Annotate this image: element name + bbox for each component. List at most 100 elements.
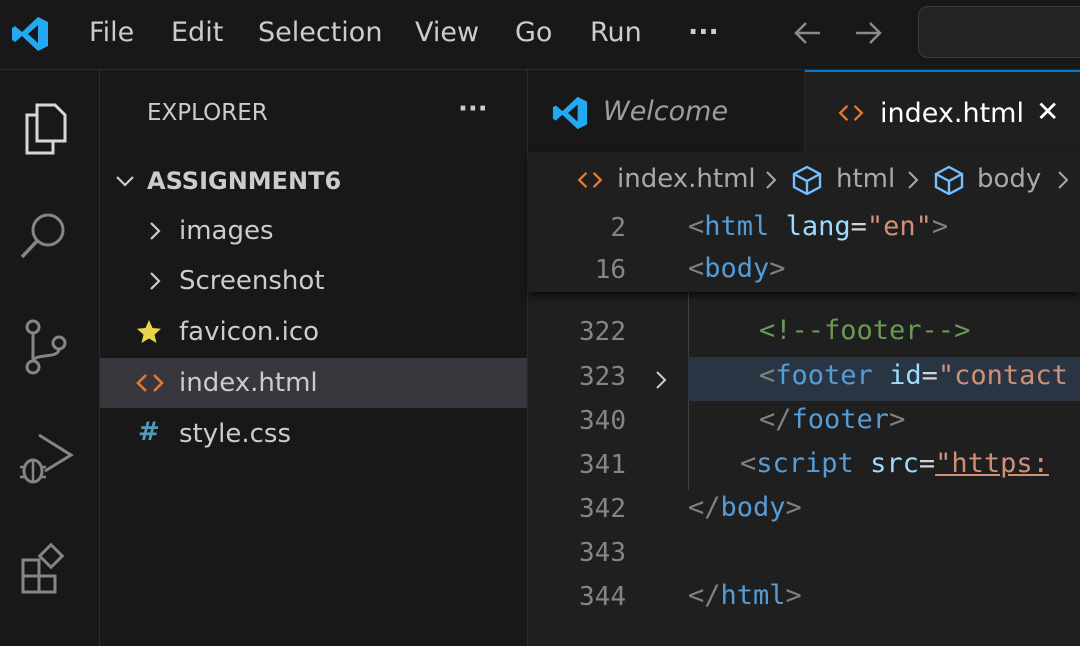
code-token: footer [775,360,873,391]
tree-item-images[interactable]: images [100,206,527,256]
code-text: <footer id="contact [759,360,1068,391]
code-text: </footer> [759,404,905,435]
tree-item-label: images [179,216,274,246]
symbol-element-icon [792,165,822,195]
code-comment: <!--footer--> [759,315,971,346]
tree-item-style-css[interactable]: # style.css [100,409,527,459]
code-token: > [785,492,802,523]
explorer-title: EXPLORER [147,100,268,126]
chevron-right-icon [150,272,161,290]
breadcrumb-html[interactable]: html [836,164,895,194]
code-editor[interactable]: index.html html body 2 <html lang="en"> [528,152,1080,646]
tree-item-label: style.css [179,419,291,449]
fold-chevron-icon[interactable] [652,369,670,391]
code-line[interactable]: 342 </body> [528,489,1080,533]
code-text: </body> [688,492,802,523]
star-file-icon [137,320,161,343]
code-token: > [931,211,949,242]
sticky-line[interactable]: 2 <html lang="en"> [528,208,1080,252]
tree-item-label: Screenshot [179,266,325,296]
code-token: </ [688,580,721,611]
html-file-icon [577,171,603,189]
code-line[interactable]: 344 </html> [528,577,1080,621]
breadcrumb-file[interactable]: index.html [617,164,756,194]
css-file-icon: # [138,417,160,447]
chevron-right-icon [150,222,161,240]
editor-tab-bar: Welcome index.html ✕ [528,70,1080,152]
folder-row-assignment6[interactable]: ASSIGNMENT6 [100,155,527,205]
menu-view[interactable]: View [415,14,479,52]
code-line[interactable]: 341 <script src="https: [528,445,1080,489]
code-line[interactable]: 343 [528,533,1080,577]
menu-edit[interactable]: Edit [171,14,223,52]
menu-go[interactable]: Go [515,14,552,52]
code-token: < [740,448,757,479]
code-token: > [889,404,906,435]
line-number: 341 [579,450,626,480]
line-number: 343 [579,538,626,568]
run-debug-icon[interactable] [15,427,75,487]
line-number: 322 [579,317,626,347]
menu-run[interactable]: Run [590,14,642,52]
chevron-down-icon [116,176,134,187]
command-center-search[interactable] [918,6,1080,58]
code-line-current[interactable]: 323 <footer id="contact [528,357,1080,401]
code-token: < [688,253,705,284]
code-link-token[interactable]: "https: [935,448,1049,479]
tab-welcome[interactable]: Welcome [528,70,805,152]
forward-arrow-icon[interactable] [850,14,886,52]
sticky-header: index.html html body 2 <html lang="en"> [528,152,1080,292]
vscode-welcome-icon [552,96,588,130]
title-bar: File Edit Selection View Go Run ··· [0,0,1080,70]
tab-label: index.html [880,98,1024,129]
folder-name: ASSIGNMENT6 [147,167,342,195]
line-number: 323 [579,362,626,392]
code-token: body [720,492,786,523]
code-line[interactable]: 322 <!--footer--> [528,312,1080,356]
tab-index-html-active[interactable]: index.html ✕ [805,70,1080,152]
line-number: 344 [579,582,626,612]
explorer-files-icon[interactable] [15,97,75,157]
explorer-sidebar: EXPLORER ··· ASSIGNMENT6 images Screensh… [100,70,528,646]
code-text: <body> [688,253,786,284]
html-file-icon [136,374,164,392]
line-number: 342 [579,494,626,524]
tree-item-favicon[interactable]: favicon.ico [100,307,527,357]
menu-file[interactable]: File [89,14,134,52]
chevron-right-icon [1058,171,1069,189]
code-token: footer [791,404,890,435]
chevron-right-icon [766,171,777,189]
back-arrow-icon[interactable] [790,14,826,52]
breadcrumb-body[interactable]: body [977,164,1041,194]
code-token: body [704,253,770,284]
tree-item-label: favicon.ico [179,317,320,347]
code-text: </html> [688,580,802,611]
sticky-line[interactable]: 16 <body> [528,250,1080,292]
code-token: = [850,211,867,242]
activity-bar [0,70,100,646]
vscode-logo-icon [12,17,48,51]
tree-item-index-html-selected[interactable]: index.html [100,358,527,408]
html-file-icon [838,104,864,122]
explorer-more-button[interactable]: ··· [458,94,488,124]
tree-item-screenshot[interactable]: Screenshot [100,256,527,306]
code-token: html [720,580,786,611]
code-text: <html lang="en"> [688,211,948,242]
search-icon[interactable] [15,205,75,265]
tree-item-label: index.html [179,368,318,398]
menu-selection[interactable]: Selection [258,14,382,52]
close-tab-icon[interactable]: ✕ [1036,95,1059,128]
extensions-icon[interactable] [15,540,75,600]
code-token: html [704,211,770,242]
breadcrumb: index.html html body [528,152,1080,208]
code-line[interactable]: 340 </footer> [528,401,1080,445]
code-token: script [756,448,854,479]
code-token: = [918,448,936,479]
menu-more[interactable]: ··· [688,14,719,52]
line-number: 16 [594,255,626,285]
source-control-icon[interactable] [15,317,75,377]
code-token: < [759,360,776,391]
tab-label: Welcome [603,96,729,127]
code-token: = [921,360,938,391]
code-text: <script src="https: [740,448,1049,479]
